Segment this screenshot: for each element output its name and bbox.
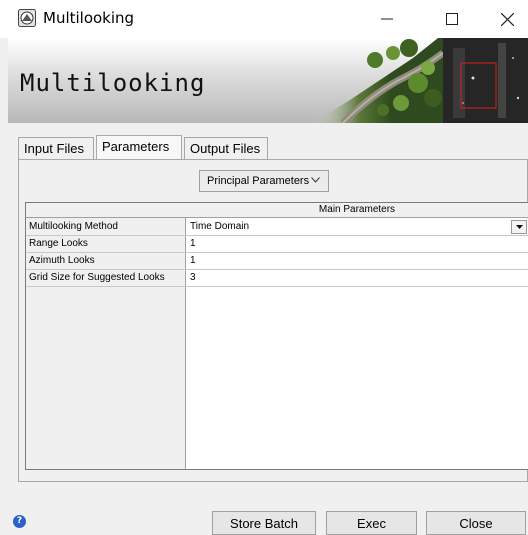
grid-size-input[interactable]: 3 (187, 270, 528, 286)
multilooking-method-select[interactable]: Time Domain (187, 219, 528, 235)
title-bar: Multilooking (0, 0, 528, 38)
maximize-button[interactable] (429, 0, 475, 38)
section-select-value: Principal Parameters (207, 175, 310, 187)
app-icon (18, 9, 36, 27)
minimize-icon (381, 18, 393, 20)
multilooking-method-dropdown-button[interactable] (511, 220, 527, 234)
dropdown-arrow-icon (515, 225, 523, 229)
multilooking-method-value: Time Domain (190, 221, 250, 232)
banner: Multilooking (8, 38, 528, 123)
table-row: Multilooking Method Time Domain (26, 219, 528, 236)
tab-parameters[interactable]: Parameters (96, 135, 182, 159)
banner-image (313, 38, 528, 123)
main-parameters-header: Main Parameters (318, 204, 396, 215)
tab-input-files[interactable]: Input Files (18, 137, 94, 159)
parameters-table: Main Parameters Multilooking Method Time… (25, 202, 528, 470)
help-icon[interactable]: ? (13, 515, 26, 528)
exec-button[interactable]: Exec (326, 511, 417, 535)
range-looks-label: Range Looks (26, 236, 186, 252)
store-batch-button[interactable]: Store Batch (212, 511, 316, 535)
close-button[interactable]: Close (426, 511, 526, 535)
section-select[interactable]: Principal Parameters (199, 170, 329, 192)
range-looks-input[interactable]: 1 (187, 236, 528, 252)
grid-size-label: Grid Size for Suggested Looks (26, 270, 186, 286)
parameters-panel: Principal Parameters Main Parameters Mul… (18, 159, 528, 482)
table-row: Range Looks 1 (26, 236, 528, 253)
minimize-button[interactable] (364, 0, 410, 38)
table-row: Grid Size for Suggested Looks 3 (26, 270, 528, 287)
chevron-down-icon (311, 177, 320, 183)
azimuth-looks-label: Azimuth Looks (26, 253, 186, 269)
close-window-button[interactable] (484, 0, 528, 38)
table-header: Main Parameters (26, 203, 528, 218)
table-row: Azimuth Looks 1 (26, 253, 528, 270)
azimuth-looks-input[interactable]: 1 (187, 253, 528, 269)
maximize-icon (446, 13, 458, 25)
close-icon (500, 12, 514, 26)
banner-title: Multilooking (20, 69, 206, 97)
window-title: Multilooking (43, 9, 135, 27)
multilooking-method-label: Multilooking Method (26, 219, 186, 235)
tab-output-files[interactable]: Output Files (184, 137, 268, 159)
